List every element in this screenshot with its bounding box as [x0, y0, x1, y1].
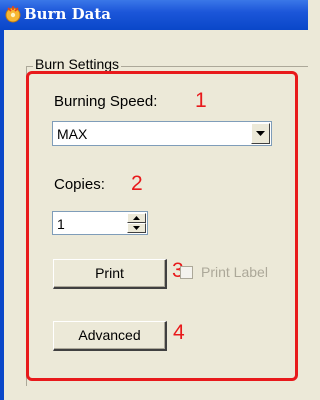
chevron-down-icon — [256, 131, 265, 136]
spin-up-arrow-icon — [133, 216, 140, 220]
advanced-button[interactable]: Advanced — [53, 321, 167, 351]
print-label-text: Print Label — [201, 264, 268, 280]
copies-label: Copies: — [54, 176, 105, 193]
burn-disc-icon — [5, 6, 21, 23]
burning-speed-select[interactable]: MAX — [52, 121, 272, 146]
burning-speed-value: MAX — [57, 126, 88, 142]
marker-4: 4 — [173, 321, 185, 344]
marker-1: 1 — [195, 89, 207, 112]
title-bar: Burn Data — [0, 0, 308, 30]
spin-down-arrow-icon — [133, 226, 140, 230]
marker-2: 2 — [131, 172, 143, 195]
spin-down-button[interactable] — [127, 223, 146, 233]
spin-up-button[interactable] — [127, 213, 146, 223]
dropdown-button[interactable] — [251, 123, 270, 144]
window-frame-left — [0, 30, 4, 400]
window-title: Burn Data — [24, 5, 111, 23]
copies-value: 1 — [57, 216, 65, 232]
burning-speed-label: Burning Speed: — [54, 93, 158, 110]
copies-spinner[interactable]: 1 — [52, 211, 148, 235]
print-label-checkbox[interactable] — [180, 266, 193, 279]
print-button[interactable]: Print — [53, 259, 167, 289]
